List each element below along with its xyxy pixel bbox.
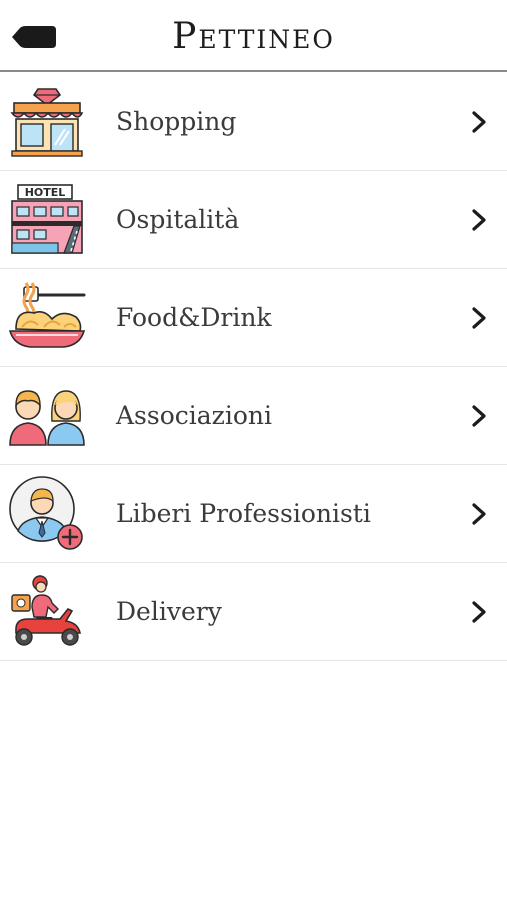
- svg-text:HOTEL: HOTEL: [25, 186, 66, 199]
- menu-item-shopping[interactable]: Shopping: [0, 73, 507, 171]
- menu-item-delivery[interactable]: Delivery: [0, 563, 507, 661]
- chevron-right-icon: [472, 601, 486, 623]
- app-header: Pettineo: [0, 0, 507, 72]
- menu-item-liberi-professionisti[interactable]: Liberi Professionisti: [0, 465, 507, 563]
- page-title: Pettineo: [172, 16, 335, 57]
- people-icon: [9, 390, 85, 446]
- chevron-right-icon: [472, 209, 486, 231]
- delivery-scooter-icon: [11, 575, 81, 646]
- menu-item-label: Food&Drink: [116, 303, 272, 332]
- menu-item-label: Liberi Professionisti: [116, 499, 371, 528]
- menu-item-food-drink[interactable]: Food&Drink: [0, 269, 507, 367]
- menu-item-label: Shopping: [116, 107, 237, 136]
- menu-item-ospitalita[interactable]: HOTEL Ospitalità: [0, 171, 507, 269]
- chevron-right-icon: [472, 111, 486, 133]
- chevron-right-icon: [472, 405, 486, 427]
- chevron-right-icon: [472, 503, 486, 525]
- storefront-icon: [10, 88, 84, 157]
- category-list: Shopping HOTEL Ospitalità Food&Drink Ass…: [0, 73, 507, 661]
- hotel-icon: HOTEL: [11, 184, 83, 254]
- menu-item-label: Associazioni: [116, 401, 272, 430]
- spaghetti-icon: [8, 282, 86, 348]
- professional-icon: [9, 476, 83, 550]
- menu-item-associazioni[interactable]: Associazioni: [0, 367, 507, 465]
- chevron-right-icon: [472, 307, 486, 329]
- menu-item-label: Delivery: [116, 597, 222, 626]
- menu-item-label: Ospitalità: [116, 205, 240, 234]
